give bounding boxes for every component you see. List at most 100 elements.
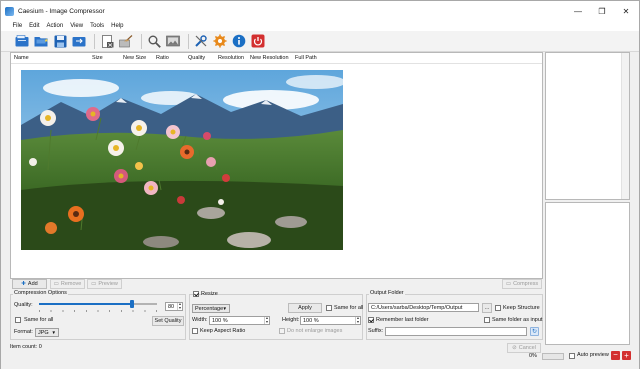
column-new-resolution[interactable]: New Resolution [250,55,289,61]
compression-options-label: Compression Options [13,290,68,296]
column-size[interactable]: Size [92,55,103,61]
quality-slider[interactable] [39,299,157,312]
compress-icon: ▭ [505,281,512,287]
toolbar: ★ [1,31,639,52]
compress-button-label: Compress [513,281,539,287]
add-button[interactable]: ✚ Add [12,279,47,289]
do-not-enlarge-checkbox[interactable] [279,328,285,334]
app-logo-icon [5,6,14,16]
quality-value: 80 [168,303,175,310]
bottom-bar: 0% Auto preview − + [1,351,639,369]
suffix-input[interactable] [385,327,527,336]
same-folder-as-input-label: Same folder as input [492,317,543,323]
preview-icon[interactable] [146,33,162,49]
remove-icon: ▭ [53,281,59,287]
keep-structure-label: Keep Structure [503,305,540,311]
height-spinner[interactable]: ▲ ▼ [355,317,360,324]
preview-icon: ▭ [91,281,97,287]
quality-same-for-all-checkbox[interactable] [15,317,21,323]
browse-button[interactable]: ... [482,303,492,313]
info-icon[interactable] [231,33,247,49]
resize-mode-value: Percentage [195,305,224,312]
file-list[interactable]: Name Size New Size Ratio Quality Resolut… [10,52,543,279]
height-input[interactable]: 100 % ▲ ▼ [300,316,361,325]
menu-action[interactable]: Action [43,23,67,29]
quality-slider-thumb[interactable] [130,300,134,308]
width-value: 100 % [212,317,228,324]
height-label: Height: [282,317,300,323]
maximize-button[interactable]: ❐ [591,1,613,21]
apply-button[interactable]: Apply [288,303,322,313]
output-path-value: C:/Users/sarba/Desktop/Temp/Output [371,304,463,311]
zoom-in-icon[interactable]: + [622,351,631,360]
format-select[interactable]: JPG ▼ [35,328,59,337]
remove-button[interactable]: ▭ Remove [50,279,85,289]
keep-aspect-ratio-checkbox[interactable] [192,328,198,334]
save-icon[interactable] [52,33,68,49]
menu-edit[interactable]: Edit [26,23,43,29]
remember-last-folder-label: Remember last folder [376,317,429,323]
auto-preview-label: Auto preview [577,352,609,358]
column-new-size[interactable]: New Size [123,55,146,61]
remove-button-label: Remove [60,281,82,287]
preferences-icon[interactable] [212,33,228,49]
item-count: Item count: 0 [10,344,42,350]
app-window: Caesium - Image Compressor — ❐ ✕ File Ed… [0,0,640,369]
exit-icon[interactable] [250,33,266,49]
menu-tools[interactable]: Tools [87,23,108,29]
column-name[interactable]: Name [14,55,29,61]
dropped-image-preview [21,70,343,250]
add-button-label: Add [27,281,38,287]
window-title: Caesium - Image Compressor [18,7,105,15]
menu-help[interactable]: Help [108,23,127,29]
svg-text:★: ★ [44,38,48,44]
compare-icon[interactable] [165,33,181,49]
toolbar-separator [141,33,142,49]
add-folder-icon[interactable]: ★ [33,33,49,49]
resize-same-for-all-checkbox[interactable] [326,305,332,311]
refresh-icon[interactable]: ↻ [530,327,539,336]
width-input[interactable]: 100 % ▲ ▼ [209,316,270,325]
minimize-button[interactable]: — [567,1,589,21]
zoom-out-icon[interactable]: − [611,351,620,360]
clear-list-icon[interactable] [118,33,134,49]
quality-label: Quality: [14,302,33,308]
add-files-icon[interactable] [14,33,30,49]
keep-structure-checkbox[interactable] [495,305,501,311]
keep-aspect-ratio-label: Keep Aspect Ratio [200,328,246,334]
quality-spinner[interactable]: ▲ ▼ [177,303,182,310]
close-button[interactable]: ✕ [615,1,637,21]
chevron-down-icon: ▼ [51,330,56,335]
resize-checkbox[interactable] [193,291,199,297]
resize-mode-select[interactable]: Percentage ▼ [192,304,230,313]
remember-last-folder-checkbox[interactable] [368,317,374,323]
settings-icon[interactable] [193,33,209,49]
progress-bar [542,353,564,360]
auto-preview-checkbox[interactable] [569,353,575,359]
remove-icon[interactable] [99,33,115,49]
column-ratio[interactable]: Ratio [156,55,169,61]
cancel-button-label: Cancel [518,345,536,351]
output-folder-label: Output Folder [369,290,405,296]
output-path-input[interactable]: C:/Users/sarba/Desktop/Temp/Output [368,303,479,312]
column-full-path[interactable]: Full Path [295,55,317,61]
menu-bar: File Edit Action View Tools Help [1,21,639,31]
preview-scrollbar[interactable] [621,53,629,199]
preview-pane-compressed [545,202,630,345]
cancel-button[interactable]: ⊘ Cancel [507,343,541,353]
preview-button[interactable]: ▭ Preview [87,279,122,289]
export-icon[interactable] [71,33,87,49]
column-quality[interactable]: Quality [188,55,205,61]
action-bar: ✚ Add ▭ Remove ▭ Preview ▭ Compress [10,279,543,290]
same-folder-as-input-checkbox[interactable] [484,317,490,323]
menu-view[interactable]: View [67,23,87,29]
resize-label: Resize [201,291,218,297]
quality-value-input[interactable]: 80 ▲ ▼ [165,302,183,311]
chevron-down-icon: ▼ [222,306,227,311]
menu-file[interactable]: File [9,23,26,29]
width-spinner[interactable]: ▲ ▼ [264,317,269,324]
format-label: Format: [14,329,33,335]
column-resolution[interactable]: Resolution [218,55,244,61]
set-quality-button[interactable]: Set Quality [152,316,184,326]
compress-button[interactable]: ▭ Compress [502,279,542,289]
